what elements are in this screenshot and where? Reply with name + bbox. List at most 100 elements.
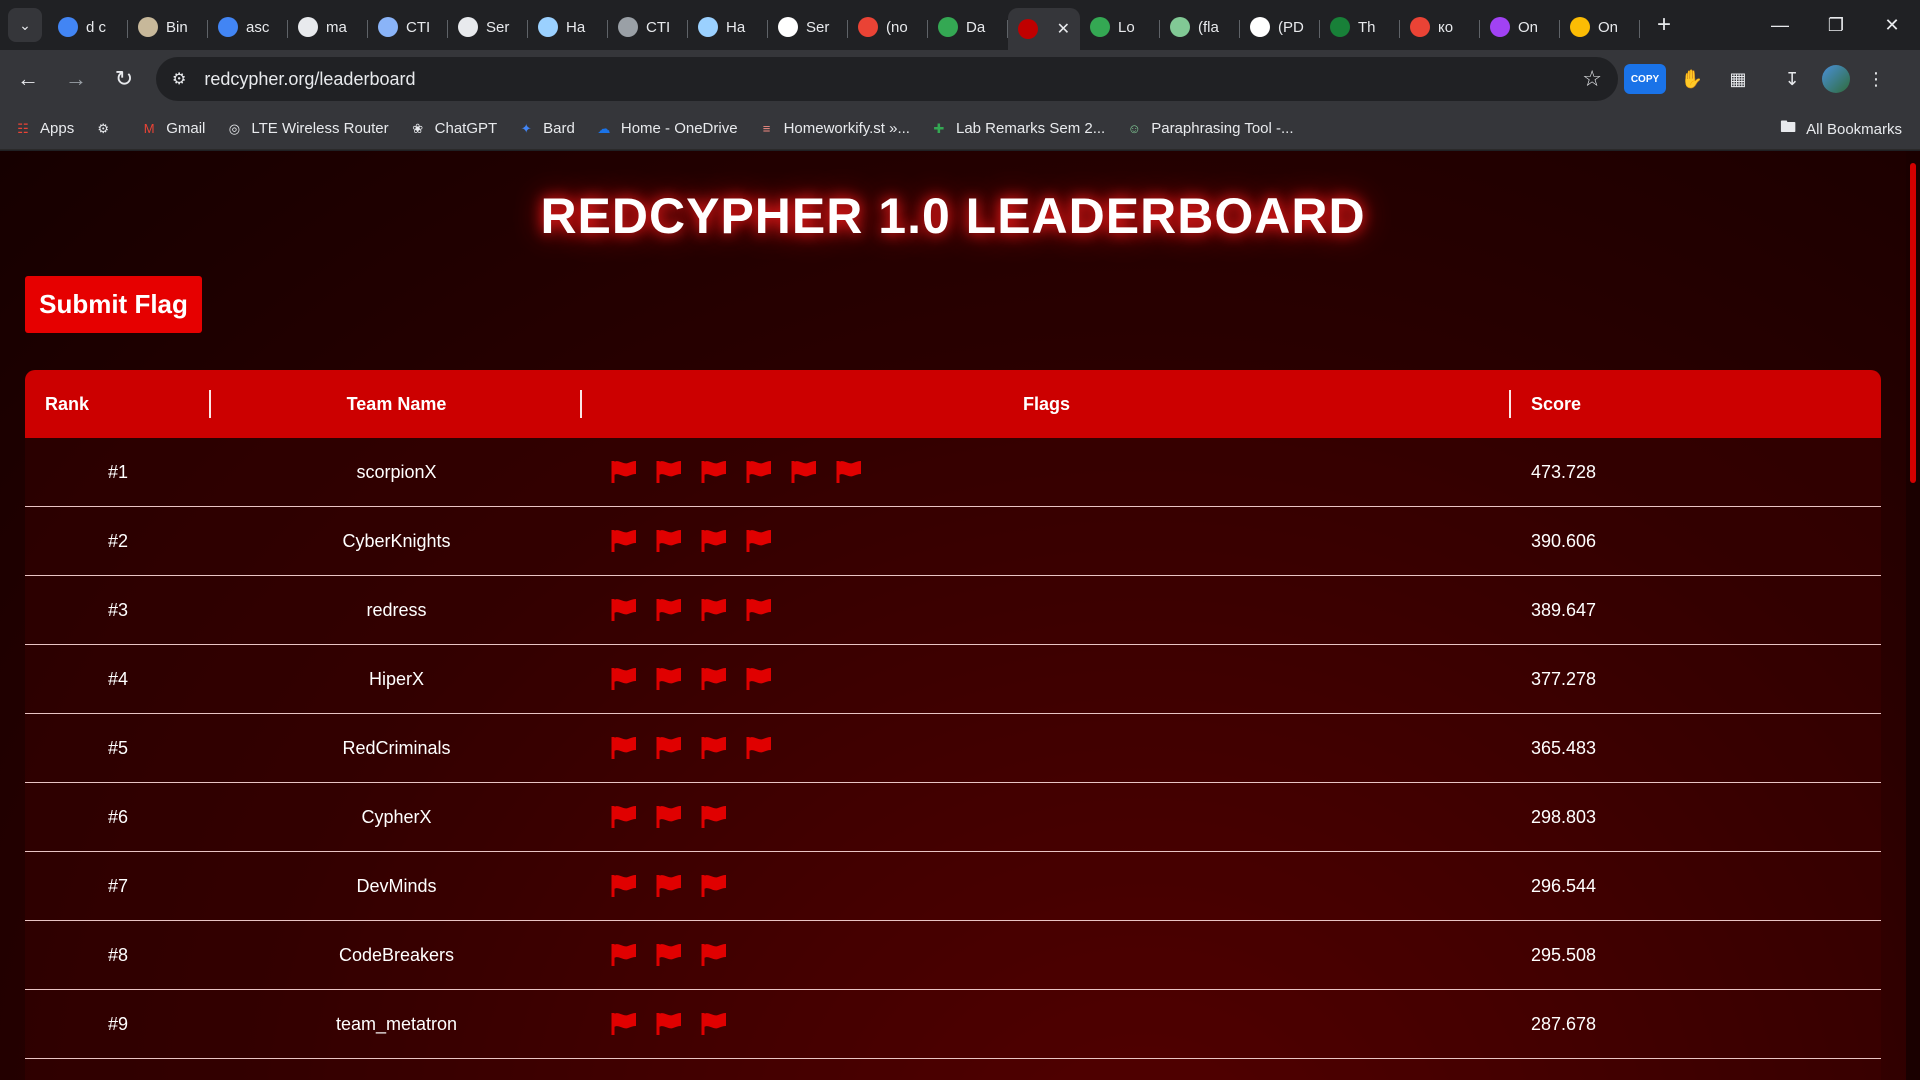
bookmark-item[interactable]: ☷ Apps (14, 120, 74, 138)
browser-tab-active[interactable]: ✕ (1008, 8, 1080, 50)
browser-tab-label: ко (1438, 18, 1454, 36)
browser-tab[interactable]: Ser (768, 8, 848, 46)
bookmark-label: Homeworkify.st »... (783, 120, 910, 137)
browser-tab[interactable]: asc (208, 8, 288, 46)
minimize-button[interactable]: — (1752, 0, 1808, 50)
flags-cell (582, 783, 1511, 851)
bookmark-item[interactable]: ✚ Lab Remarks Sem 2... (930, 120, 1106, 138)
minimize-icon: — (1771, 14, 1789, 35)
bookmark-item[interactable]: ◎ LTE Wireless Router (225, 120, 389, 138)
browser-tab[interactable]: Bin (128, 8, 208, 46)
table-row (25, 1059, 1881, 1080)
browser-tab-label: On (1518, 18, 1539, 36)
bookmark-item[interactable]: ☺ Paraphrasing Tool -... (1125, 120, 1294, 138)
rank-cell: #7 (107, 875, 129, 896)
new-tab-button[interactable]: + (1646, 7, 1682, 43)
flag-icon (701, 874, 727, 898)
bookmark-star-icon[interactable]: ☆ (1582, 66, 1602, 92)
flag-icon (701, 529, 727, 553)
flags-cell (582, 507, 1511, 575)
browser-tab-label: d c (86, 18, 107, 36)
gear-icon: ⚙ (97, 120, 110, 136)
copy-extension-button[interactable]: COPY (1624, 64, 1666, 94)
browser-tab[interactable]: Ser (448, 8, 528, 46)
table-body: #1 scorpionX 473.728 #2 CyberKnights 390.606 #… (25, 438, 1881, 1080)
chevron-down-icon: ⌄ (19, 16, 31, 33)
score-cell: 389.647 (1531, 599, 1597, 620)
team-name-cell: CodeBreakers (338, 944, 455, 965)
close-tab-icon[interactable]: ✕ (1057, 19, 1070, 39)
reload-button[interactable]: ↻ (104, 59, 144, 99)
close-window-button[interactable]: ✕ (1864, 0, 1920, 50)
flag-icon (611, 943, 637, 967)
table-row: #9 team_metatron 287.678 (25, 990, 1881, 1059)
address-bar[interactable]: ⚙ redcypher.org/leaderboard ☆ (156, 57, 1618, 101)
browser-tab[interactable]: (fla (1160, 8, 1240, 46)
browser-tab[interactable]: (PD (1240, 8, 1320, 46)
browser-tab-label: Ha (566, 18, 586, 36)
site-settings-icon[interactable]: ⚙ (172, 69, 186, 89)
back-button[interactable]: ← (8, 59, 48, 99)
rank-cell: #6 (107, 806, 129, 827)
flag-icon (656, 943, 682, 967)
browser-tab[interactable]: Ha (528, 8, 608, 46)
page-content: REDCYPHER 1.0 LEADERBOARD Submit Flag Ra… (0, 151, 1906, 1080)
flag-icon (791, 460, 817, 484)
flags-cell (582, 438, 1511, 506)
bookmark-item[interactable]: ≡ Homeworkify.st »... (758, 120, 910, 138)
browser-tab[interactable]: Ha (688, 8, 768, 46)
browser-tab-label: Ha (726, 18, 746, 36)
browser-tab[interactable]: ко (1400, 8, 1480, 46)
score-cell: 390.606 (1531, 530, 1597, 551)
browser-tab[interactable]: d c (48, 8, 128, 46)
bookmark-item[interactable]: M Gmail (140, 120, 206, 138)
all-bookmarks-button[interactable]: 🖿 All Bookmarks (1780, 108, 1902, 150)
browser-tab-label: (no (886, 18, 908, 36)
bookmark-label: LTE Wireless Router (251, 120, 389, 137)
browser-tab[interactable]: On (1560, 8, 1640, 46)
score-cell: 287.678 (1531, 1013, 1597, 1034)
bookmark-item[interactable]: ❀ ChatGPT (409, 120, 497, 138)
browser-tab[interactable]: CTI (608, 8, 688, 46)
score-cell: 377.278 (1531, 668, 1597, 689)
browser-tab-label: Ser (806, 18, 830, 36)
browser-tab[interactable]: Da (928, 8, 1008, 46)
bookmark-item[interactable]: ☁ Home - OneDrive (595, 120, 737, 138)
adblock-extension-button[interactable]: ✋ (1672, 59, 1712, 99)
extensions-button[interactable]: ▦ (1718, 59, 1758, 99)
flag-icon (656, 529, 682, 553)
submit-flag-button[interactable]: Submit Flag (25, 276, 202, 333)
flag-icon (746, 529, 772, 553)
tab-strip: ⌄ d c Bin asc ma CTI Ser Ha CTI Ha Ser (no Da ✕ Lo (fl… (0, 0, 1920, 50)
reload-icon: ↻ (114, 66, 134, 91)
browser-tab[interactable]: CTI (368, 8, 448, 46)
team-name-cell: redress (366, 599, 427, 620)
browser-tab[interactable]: On (1480, 8, 1560, 46)
url-text[interactable]: redcypher.org/leaderboard (204, 69, 1582, 90)
tab-search-button[interactable]: ⌄ (8, 8, 42, 42)
score-cell: 298.803 (1531, 806, 1597, 827)
browser-tab[interactable]: ma (288, 8, 368, 46)
rank-cell: #9 (107, 1013, 129, 1034)
browser-menu-button[interactable]: ⋮ (1856, 59, 1896, 99)
browser-tab-label: CTI (406, 18, 431, 36)
flag-icon (611, 1012, 637, 1036)
download-icon: ↧ (1784, 68, 1800, 89)
restore-button[interactable]: ❐ (1808, 0, 1864, 50)
flag-icon (701, 1012, 727, 1036)
browser-tab[interactable]: Lo (1080, 8, 1160, 46)
browser-tab[interactable]: (no (848, 8, 928, 46)
profile-avatar[interactable] (1822, 65, 1850, 93)
forward-button[interactable]: → (56, 59, 96, 99)
bookmark-item[interactable]: ✦ Bard (517, 120, 575, 138)
browser-tab[interactable]: Th (1320, 8, 1400, 46)
downloads-button[interactable]: ↧ (1772, 59, 1812, 99)
team-name-cell: team_metatron (335, 1013, 458, 1034)
scrollbar-thumb[interactable] (1910, 163, 1916, 483)
bookmark-item[interactable]: ⚙ (94, 120, 120, 138)
team-name-cell (211, 1059, 582, 1080)
flag-icon (656, 667, 682, 691)
hts-icon (698, 17, 718, 37)
redcypher-icon (1018, 19, 1038, 39)
page-scrollbar[interactable] (1906, 151, 1920, 1080)
